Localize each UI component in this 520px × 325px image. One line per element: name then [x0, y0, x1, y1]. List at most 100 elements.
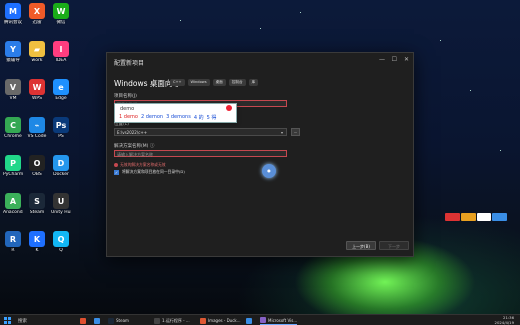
solution-name-input[interactable]: 请输入解决方案名称 — [114, 150, 287, 157]
desktop-icon[interactable]: Y 猿辅导 — [3, 41, 23, 63]
validation-error: 无效的解决方案名称或无效 — [114, 162, 166, 168]
taskbar: 搜索 Steam 1.运行程序 - ... Images - Duck... Micr… — [0, 314, 520, 325]
desktop-icon[interactable]: W WPS — [27, 79, 47, 101]
location-select[interactable]: E:\vs2022\c++ ▾ — [114, 128, 287, 136]
desktop-icon[interactable]: ▰ work — [27, 41, 47, 63]
desktop-icon[interactable]: RR — [3, 231, 23, 253]
desktop-icon[interactable]: W 微信 — [51, 3, 71, 25]
checkbox-label: 将解决方案和项目放在同一目录中(D) — [122, 169, 185, 174]
dialog-title: 配置新项目 — [114, 60, 145, 67]
taskbar-item[interactable] — [80, 316, 86, 325]
desktop-icon[interactable]: I IDEA — [51, 41, 71, 63]
app-icon: C — [5, 117, 21, 133]
ime-candidate[interactable]: 2 demon — [141, 114, 163, 121]
ime-candidate[interactable]: 3 demons — [166, 114, 191, 121]
taskbar-item[interactable] — [246, 316, 252, 325]
desktop-icon[interactable]: e Edge — [51, 79, 71, 101]
taskbar-item[interactable]: Steam — [108, 316, 129, 325]
ime-candidate[interactable]: 1 demo — [119, 114, 138, 121]
desktop-icon[interactable]: V VM — [3, 79, 23, 101]
desktop-icon[interactable]: Ps PS — [51, 117, 71, 139]
app-icon: U — [53, 193, 69, 209]
desktop-icon[interactable]: QQ — [51, 231, 71, 253]
desktop-icon-label: 猿辅导 — [6, 58, 20, 63]
desktop-icon[interactable]: X 迅雷 — [27, 3, 47, 25]
desktop-icon[interactable]: M 腾讯会议 — [3, 3, 23, 25]
desktop-icon-label: VS Code — [27, 134, 47, 139]
maximize-icon[interactable]: ☐ — [392, 56, 397, 63]
app-icon: V — [5, 79, 21, 95]
desktop-icon[interactable]: C Chrome — [3, 117, 23, 139]
app-icon: I — [53, 41, 69, 57]
tag: 库 — [248, 79, 259, 86]
taskbar-item[interactable]: 1.运行程序 - ... — [154, 316, 190, 325]
desktop-icon-label: IDEA — [55, 58, 67, 63]
desktop-icon[interactable]: P PyCharm — [3, 155, 23, 177]
search-label: 搜索 — [18, 319, 27, 324]
desktop-icon-label: Q — [59, 248, 63, 253]
desktop-icon-label: VM — [9, 96, 17, 101]
desktop-icon[interactable]: KK — [27, 231, 47, 253]
desktop-icon-label: PS — [58, 134, 64, 139]
error-icon — [114, 163, 118, 167]
taskbar-app-icon — [94, 317, 100, 324]
taskbar-item-label: 1.运行程序 - ... — [162, 317, 190, 323]
desktop-icon-label: R — [11, 248, 15, 253]
desktop-icon-label: Unity Hub — [51, 210, 71, 215]
app-icon: R — [5, 231, 21, 247]
app-icon: S — [29, 193, 45, 209]
dialog-titlebar[interactable]: 配置新项目 — ☐ ✕ — [107, 53, 413, 69]
location-value: E:\vs2022\c++ — [117, 130, 148, 135]
back-button[interactable]: 上一步(B) — [346, 241, 376, 250]
system-clock[interactable]: 21:36 2024/4/19 — [494, 315, 514, 325]
same-directory-checkbox[interactable]: ✓ 将解决方案和项目放在同一目录中(D) — [114, 169, 185, 175]
taskbar-item[interactable]: Images - Duck... — [200, 316, 241, 325]
taskbar-item[interactable] — [94, 316, 100, 325]
app-icon: Q — [53, 231, 69, 247]
tray-overlay-strip[interactable] — [445, 213, 507, 221]
taskbar-app-icon — [200, 317, 206, 324]
desktop-icon-label: Docker — [53, 172, 69, 177]
desktop-icon[interactable]: UUnity Hub — [51, 193, 71, 215]
app-icon: Y — [5, 41, 21, 57]
app-icon: P — [5, 155, 21, 171]
desktop-icon[interactable]: AAnaconda — [3, 193, 23, 215]
tag: 控制台 — [228, 79, 246, 86]
app-icon: X — [29, 3, 45, 19]
ime-candidate[interactable]: 5 得 — [207, 114, 217, 121]
start-icon[interactable] — [4, 317, 11, 324]
error-text: 无效的解决方案名称或无效 — [120, 162, 166, 167]
app-icon: e — [53, 79, 69, 95]
floating-assistant-icon[interactable]: ● — [262, 164, 276, 178]
checkmark-icon: ✓ — [114, 169, 119, 175]
browse-button[interactable]: ... — [291, 128, 300, 136]
taskbar-item[interactable]: Microsoft Vis... — [260, 316, 298, 325]
desktop-icon-label: Edge — [55, 96, 67, 101]
solution-name-label: 解决方案名称(M) ⓘ — [114, 144, 155, 149]
app-icon: M — [5, 3, 21, 19]
ime-composition: demo — [120, 106, 135, 112]
app-icon: ▰ — [29, 41, 45, 57]
taskbar-search[interactable]: 搜索 — [14, 316, 76, 325]
desktop-icon-label: WPS — [31, 96, 43, 101]
close-icon[interactable]: ✕ — [404, 56, 409, 63]
desktop-icon-label: K — [35, 248, 39, 253]
app-icon: D — [53, 155, 69, 171]
desktop-icon[interactable]: ⌁ VS Code — [27, 117, 47, 139]
desktop-icon-label: 微信 — [56, 20, 66, 25]
ime-candidate[interactable]: 4 的 — [194, 114, 204, 121]
ime-logo-icon — [226, 105, 232, 111]
desktop-icon[interactable]: S Steam — [27, 193, 47, 215]
clock-date: 2024/4/19 — [494, 319, 514, 325]
chevron-down-icon: ▾ — [280, 130, 283, 135]
desktop-icon[interactable]: O OBS — [27, 155, 47, 177]
desktop-icon[interactable]: D Docker — [51, 155, 71, 177]
app-icon: O — [29, 155, 45, 171]
desktop-icon-label: 腾讯会议 — [4, 20, 22, 25]
minimize-icon[interactable]: — — [379, 56, 385, 63]
tag: 桌面 — [212, 79, 226, 86]
desktop-icon-label: 迅雷 — [32, 20, 42, 25]
configure-project-dialog: 配置新项目 — ☐ ✕ Windows 桌面向导 C++ Windows 桌面 … — [106, 52, 414, 257]
app-icon: K — [29, 231, 45, 247]
next-button[interactable]: 下一步 — [379, 241, 409, 250]
